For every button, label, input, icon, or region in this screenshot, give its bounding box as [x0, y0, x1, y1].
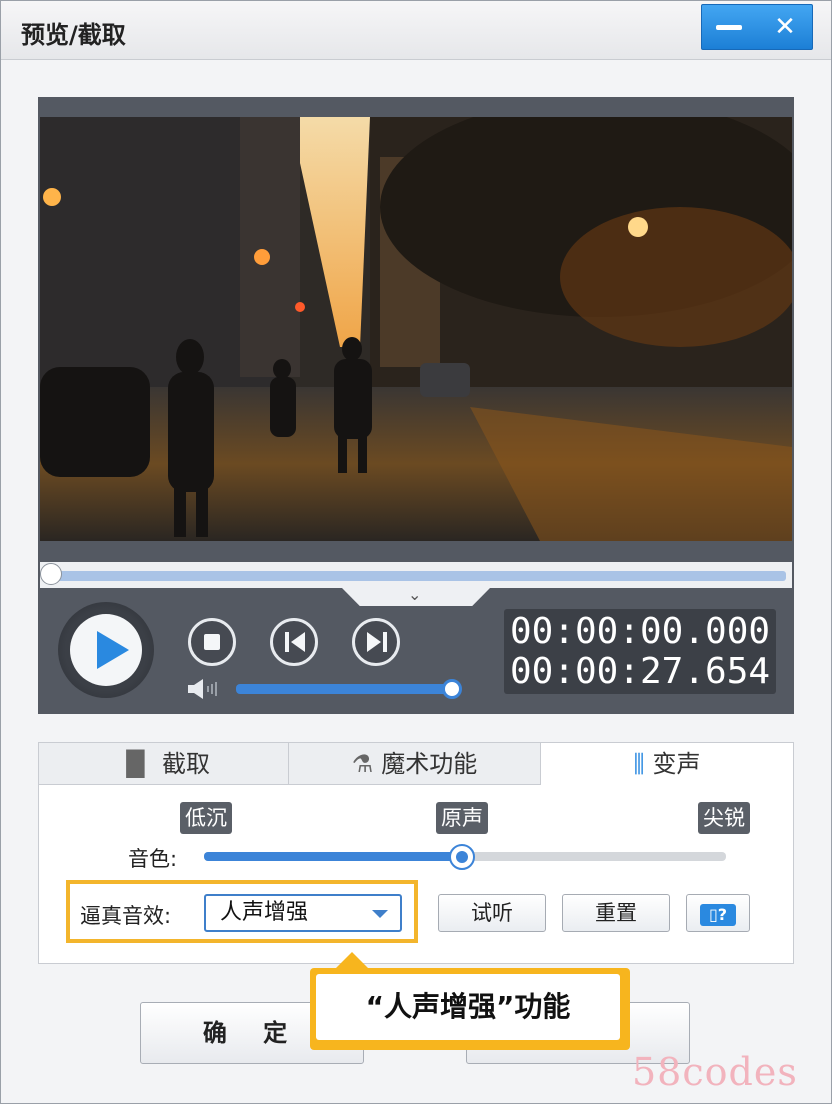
play-icon [97, 631, 129, 669]
window-title: 预览/截取 [21, 21, 126, 49]
window-controls: ✕ [701, 4, 813, 50]
time-display: 00:00:00.000 00:00:27.654 [504, 609, 776, 694]
effect-selected-value: 人声增强 [220, 900, 309, 925]
tab-clip[interactable]: ▐▌ 截取 [39, 743, 289, 785]
play-button-face [70, 614, 142, 686]
tab-magic-label: 魔术功能 [381, 750, 478, 778]
preview-listen-button[interactable]: 试听 [438, 894, 546, 932]
next-frame-button[interactable] [352, 618, 400, 666]
play-button[interactable] [58, 602, 154, 698]
watermark: 58codes [632, 1050, 798, 1094]
timeline-handle[interactable] [40, 563, 62, 585]
stop-button[interactable] [188, 618, 236, 666]
close-button[interactable]: ✕ [758, 5, 812, 49]
tab-magic[interactable]: ⚗ 魔术功能 [289, 743, 541, 785]
minimize-button[interactable] [702, 5, 756, 49]
effect-label: 逼真音效: [80, 904, 172, 928]
level-sharp: 尖锐 [698, 802, 750, 834]
total-time: 00:00:27.654 [509, 651, 771, 692]
effect-dropdown[interactable]: 人声增强 [204, 894, 402, 932]
previous-frame-button[interactable] [270, 618, 318, 666]
speaker-icon[interactable] [188, 678, 224, 700]
step-forward-icon [367, 632, 381, 652]
callout-text: “人声增强”功能 [316, 974, 620, 1040]
volume-handle[interactable] [442, 679, 462, 699]
step-back-bar [285, 632, 289, 652]
city-street-image [40, 117, 792, 541]
timeline-track [50, 571, 786, 581]
feature-callout: “人声增强”功能 [310, 952, 630, 1050]
minimize-icon [716, 25, 742, 30]
waveform-icon: ⫼ [633, 750, 645, 778]
title-bar: 预览/截取 ✕ [1, 1, 831, 60]
volume-slider[interactable] [236, 679, 462, 699]
dropdown-arrow-icon [372, 910, 388, 918]
help-button[interactable]: ▯? [686, 894, 750, 932]
step-back-icon [291, 632, 305, 652]
reset-button[interactable]: 重置 [562, 894, 670, 932]
tone-slider-fill [204, 852, 462, 861]
tab-clip-label: 截取 [161, 750, 210, 778]
magic-icon: ⚗ [351, 750, 374, 778]
tone-label: 音色: [128, 847, 178, 871]
current-time: 00:00:00.000 [509, 611, 771, 652]
tab-voice-change[interactable]: ⫼ 变声 [541, 743, 793, 785]
tone-slider-handle[interactable] [449, 844, 475, 870]
timeline-scrubber[interactable] [40, 562, 792, 588]
level-low: 低沉 [180, 802, 232, 834]
tab-voice-label: 变声 [652, 750, 701, 778]
step-forward-bar [383, 632, 387, 652]
video-frame [40, 117, 792, 541]
clip-icon: ▐▌ [117, 750, 154, 778]
help-icon: ▯? [700, 904, 736, 926]
expand-toggle[interactable]: ⌄ [342, 588, 490, 606]
level-original: 原声 [436, 802, 488, 834]
stop-icon [204, 634, 220, 650]
